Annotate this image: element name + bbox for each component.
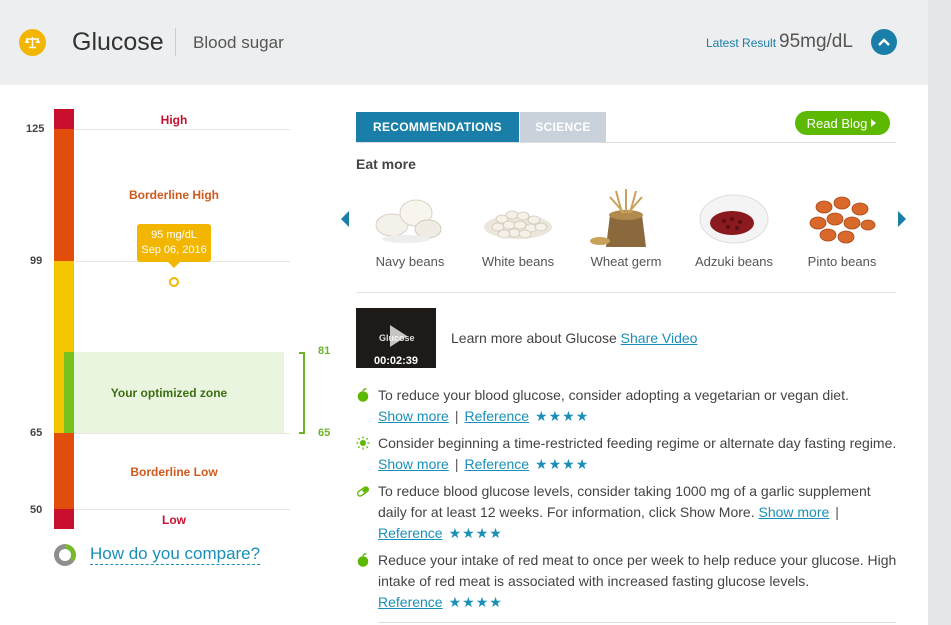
food-label: Wheat germ	[590, 254, 662, 269]
tab-recommendations[interactable]: RECOMMENDATIONS	[356, 112, 519, 142]
recommendation-item: Consider beginning a time-restricted fee…	[356, 433, 901, 475]
gauge-line-50	[74, 509, 290, 510]
zone-label-borderline-high: Borderline High	[128, 188, 219, 202]
optimized-max-label: 81	[318, 345, 331, 357]
zone-label-borderline-low: Borderline Low	[130, 465, 218, 479]
recommendation-item: To reduce your blood glucose, consider a…	[356, 385, 901, 427]
result-value: 95 mg/dL	[151, 229, 197, 241]
optimized-min-label: 65	[318, 427, 331, 439]
food-item-pinto-beans[interactable]: Pinto beans	[792, 185, 892, 275]
optimized-range-bracket	[299, 352, 305, 434]
separator: |	[454, 456, 459, 472]
apple-icon	[357, 553, 369, 567]
recommendation-text: Reduce your intake of red meat to once p…	[378, 552, 897, 589]
caret-right-icon	[871, 119, 877, 127]
video-thumbnail[interactable]: Glucose 00:02:39	[356, 308, 436, 368]
food-item-navy-beans[interactable]: Navy beans	[360, 185, 460, 275]
tabs-divider	[356, 142, 896, 143]
recommendation-text: To reduce your blood glucose, consider a…	[378, 387, 849, 403]
pinto-beans-image	[809, 196, 876, 244]
recommendation-item: Reduce your intake of red meat to once p…	[356, 550, 901, 613]
rating-stars: ★★★★	[535, 408, 590, 424]
gauge-segment-low	[54, 509, 74, 529]
reference-link[interactable]: Reference	[378, 594, 443, 610]
recommendation-item: To reduce blood glucose levels, consider…	[356, 481, 901, 544]
zone-label-low: Low	[162, 513, 186, 527]
foods-divider	[356, 292, 896, 293]
recommendation-text: Consider beginning a time-restricted fee…	[378, 435, 897, 451]
separator: |	[454, 408, 459, 424]
page-subtitle: Blood sugar	[193, 33, 284, 52]
result-date: Sep 06, 2016	[141, 244, 207, 256]
latest-result-label: Latest Result	[706, 36, 777, 50]
read-blog-label: Read Blog	[806, 115, 868, 131]
tab-science[interactable]: SCIENCE	[520, 112, 606, 142]
content-panel: 125 99 65 50 High Borderline High Your o…	[0, 85, 928, 625]
show-more-link[interactable]: Show more	[378, 456, 449, 472]
video-caption: Learn more about Glucose Share Video	[451, 330, 697, 346]
show-more-link[interactable]: Show more	[758, 504, 829, 520]
apple-icon	[357, 388, 369, 402]
food-item-adzuki-beans[interactable]: Adzuki beans	[684, 185, 784, 275]
gauge-line-65	[74, 433, 290, 434]
food-label: Navy beans	[375, 254, 445, 269]
food-item-white-beans[interactable]: White beans	[468, 185, 568, 275]
sun-icon	[356, 436, 370, 450]
gauge-segment-borderline-low	[54, 433, 74, 509]
carousel-next-arrow-icon[interactable]	[898, 211, 906, 227]
food-label: White beans	[481, 254, 555, 269]
recommendations-divider	[378, 622, 896, 623]
navy-beans-image	[375, 199, 442, 243]
result-marker[interactable]	[169, 277, 179, 287]
zone-label-optimized: Your optimized zone	[110, 386, 228, 400]
carousel-prev-arrow-icon[interactable]	[341, 211, 349, 227]
eat-more-title: Eat more	[356, 156, 416, 172]
zone-label-high: High	[160, 113, 188, 127]
scrollbar-track[interactable]	[928, 0, 951, 625]
pill-icon	[356, 486, 370, 497]
rating-stars: ★★★★	[448, 594, 503, 610]
show-more-link[interactable]: Show more	[378, 408, 449, 424]
gauge-segment-borderline-high	[54, 129, 74, 261]
video-text: Learn more about Glucose	[451, 330, 617, 346]
gauge-tick-65: 65	[30, 427, 43, 439]
compare-link[interactable]: How do you compare?	[90, 544, 261, 565]
result-tooltip: 95 mg/dL Sep 06, 2016	[137, 224, 211, 268]
latest-result-value: 95mg/dL	[779, 31, 853, 52]
wheat-germ-image	[590, 189, 646, 247]
share-video-link[interactable]: Share Video	[621, 330, 698, 346]
gauge-line-125	[74, 129, 290, 130]
adzuki-beans-image	[699, 194, 769, 244]
read-blog-button[interactable]: Read Blog	[795, 111, 890, 135]
gauge-segment-high	[54, 109, 74, 129]
food-item-wheat-germ[interactable]: Wheat germ	[576, 185, 676, 275]
white-beans-image	[484, 210, 552, 239]
reference-link[interactable]: Reference	[378, 525, 443, 541]
chevron-up-icon	[878, 38, 890, 46]
gauge-tick-125: 125	[26, 123, 45, 135]
video-duration: 00:02:39	[373, 355, 419, 367]
page-title: Glucose	[72, 28, 164, 56]
food-label: Adzuki beans	[694, 254, 774, 269]
gauge-tick-99: 99	[30, 255, 43, 267]
reference-link[interactable]: Reference	[464, 456, 529, 472]
food-label: Pinto beans	[807, 254, 877, 269]
separator: |	[835, 504, 839, 520]
compare-donut-icon	[54, 544, 76, 566]
rating-stars: ★★★★	[535, 456, 590, 472]
header: Glucose Blood sugar Latest Result 95mg/d…	[0, 0, 928, 85]
play-icon	[390, 325, 407, 347]
collapse-button[interactable]	[871, 29, 897, 55]
header-divider	[175, 28, 176, 56]
reference-link[interactable]: Reference	[464, 408, 529, 424]
gauge-tick-50: 50	[30, 504, 43, 516]
rating-stars: ★★★★	[448, 525, 503, 541]
scale-icon	[19, 29, 46, 56]
